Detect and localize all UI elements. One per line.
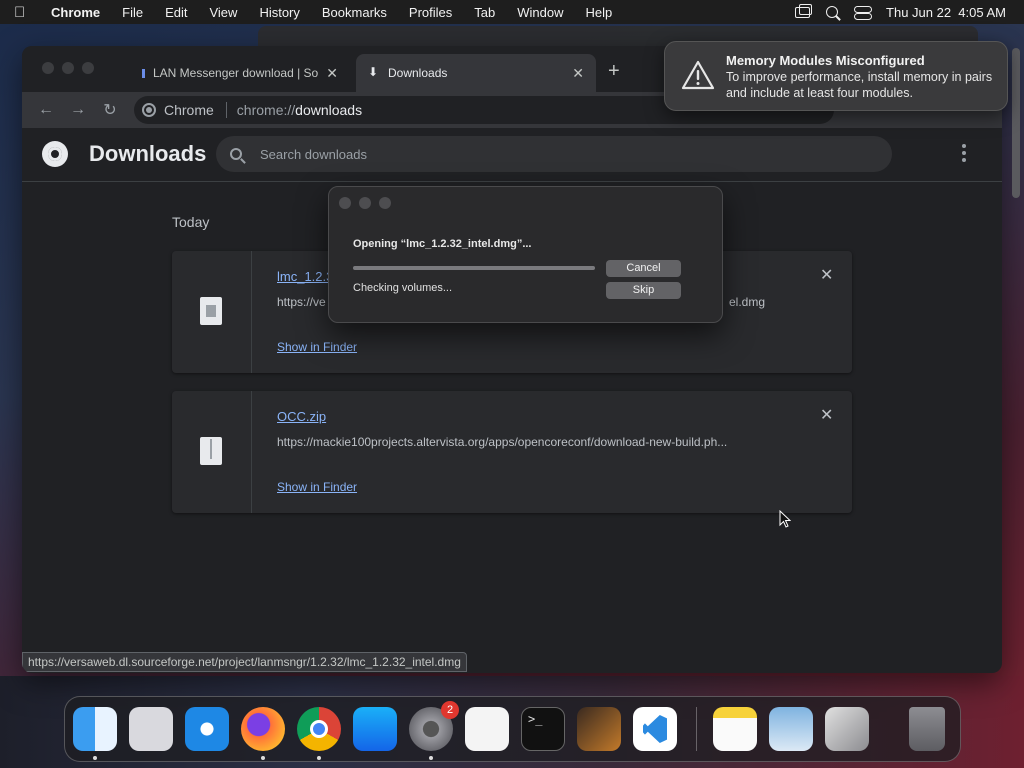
notification-body: To improve performance, install memory i… — [726, 70, 993, 100]
dock-separator — [696, 707, 697, 751]
cancel-button[interactable]: Cancel — [606, 260, 681, 277]
notes-icon[interactable] — [713, 707, 757, 751]
search-input[interactable] — [260, 146, 820, 162]
download-url: https://mackie100projects.altervista.org… — [277, 435, 728, 449]
more-options-icon[interactable] — [962, 144, 966, 162]
tab-lan-messenger[interactable]: LAN Messenger download | So ✕ — [130, 54, 350, 92]
running-indicator — [429, 756, 433, 760]
date-section-label: Today — [172, 214, 210, 230]
window-controls — [42, 62, 94, 74]
disk-image-file-icon — [200, 297, 222, 325]
zoom-dialog-button[interactable] — [379, 197, 391, 209]
textedit-icon[interactable] — [465, 707, 509, 751]
app-store-icon[interactable] — [353, 707, 397, 751]
url-scheme: chrome:// — [236, 102, 296, 118]
menu-bookmarks[interactable]: Bookmarks — [311, 5, 398, 20]
chrome-logo-icon — [142, 103, 156, 117]
dock: 2 >_ — [64, 696, 961, 762]
opening-dmg-dialog: Opening “lmc_1.2.32_intel.dmg”... Checki… — [328, 186, 723, 323]
garageband-icon[interactable] — [577, 707, 621, 751]
tab-downloads[interactable]: Downloads ✕ — [356, 54, 596, 92]
remove-download-icon[interactable]: ✕ — [820, 405, 833, 425]
close-dialog-button[interactable] — [339, 197, 351, 209]
reload-icon[interactable]: ↻ — [94, 100, 126, 120]
mouse-pointer-icon — [779, 510, 791, 528]
menu-clock[interactable]: Thu Jun 22 4:05 AM — [886, 5, 1006, 20]
show-in-finder-link[interactable]: Show in Finder — [277, 480, 357, 494]
link-status-bubble: https://versaweb.dl.sourceforge.net/proj… — [22, 652, 467, 672]
chrome-icon[interactable] — [297, 707, 341, 751]
spotlight-search-icon[interactable] — [826, 6, 839, 18]
zip-file-icon — [200, 437, 222, 465]
omnibox-chip: Chrome — [164, 102, 227, 118]
apple-menu-icon[interactable]:  — [14, 4, 40, 21]
show-in-finder-link[interactable]: Show in Finder — [277, 340, 357, 354]
vscode-icon[interactable] — [633, 707, 677, 751]
download-file-name[interactable]: lmc_1.2.3 — [277, 269, 333, 284]
download-item: OCC.zip https://mackie100projects.alterv… — [172, 391, 852, 513]
menu-bar:  Chrome File Edit View History Bookmark… — [0, 0, 1024, 24]
running-indicator — [93, 756, 97, 760]
scrollbar[interactable] — [1012, 48, 1020, 198]
menu-file[interactable]: File — [111, 5, 154, 20]
forward-arrow-icon[interactable]: → — [62, 101, 94, 119]
back-arrow-icon[interactable]: ← — [30, 101, 62, 119]
progress-bar — [353, 266, 595, 270]
minimize-dialog-button[interactable] — [359, 197, 371, 209]
preview-icon[interactable] — [769, 707, 813, 751]
page-title: Downloads — [89, 141, 207, 166]
menu-edit[interactable]: Edit — [154, 5, 198, 20]
chrome-logo-icon — [42, 141, 68, 167]
download-url-tail: el.dmg — [729, 295, 766, 309]
tab-title: Downloads — [388, 66, 448, 80]
boot-camp-icon[interactable] — [825, 707, 869, 751]
dialog-window-controls — [339, 197, 391, 209]
menu-history[interactable]: History — [248, 5, 310, 20]
menu-tab[interactable]: Tab — [463, 5, 506, 20]
url-host: downloads — [295, 102, 363, 118]
notification-badge: 2 — [441, 701, 459, 719]
skip-button[interactable]: Skip — [606, 282, 681, 299]
loading-icon — [142, 68, 145, 78]
minimize-window-button[interactable] — [62, 62, 74, 74]
close-window-button[interactable] — [42, 62, 54, 74]
memory-warning-notification[interactable]: Memory Modules Misconfigured To improve … — [664, 41, 1008, 111]
new-tab-icon[interactable]: + — [608, 60, 620, 83]
terminal-icon[interactable]: >_ — [521, 707, 565, 751]
screen-mirroring-icon[interactable] — [795, 3, 813, 18]
zoom-window-button[interactable] — [82, 62, 94, 74]
menu-profiles[interactable]: Profiles — [398, 5, 463, 20]
warning-icon — [681, 60, 715, 90]
remove-download-icon[interactable]: ✕ — [820, 265, 833, 285]
close-tab-icon[interactable]: ✕ — [326, 65, 338, 82]
finder-icon[interactable] — [73, 707, 117, 751]
download-icon — [368, 65, 380, 79]
menu-app-name[interactable]: Chrome — [40, 5, 111, 20]
safari-icon[interactable] — [185, 707, 229, 751]
dialog-status: Checking volumes... — [353, 282, 453, 294]
search-box[interactable] — [216, 136, 892, 172]
file-icon-column — [172, 391, 252, 513]
control-center-icon[interactable] — [854, 5, 873, 20]
file-icon-column — [172, 251, 252, 373]
dialog-title: Opening “lmc_1.2.32_intel.dmg”... — [353, 238, 532, 250]
launchpad-icon[interactable] — [129, 707, 173, 751]
download-file-name[interactable]: OCC.zip — [277, 409, 326, 424]
progress-fill — [353, 266, 595, 270]
notification-title: Memory Modules Misconfigured — [726, 53, 925, 68]
tab-title: LAN Messenger download | So — [153, 66, 319, 80]
chrome-window: LAN Messenger download | So ✕ Downloads … — [22, 46, 1002, 673]
menu-help[interactable]: Help — [575, 5, 624, 20]
menu-view[interactable]: View — [198, 5, 248, 20]
running-indicator — [261, 756, 265, 760]
close-tab-icon[interactable]: ✕ — [572, 65, 584, 82]
search-icon — [230, 148, 242, 160]
trash-icon[interactable] — [909, 707, 945, 751]
firefox-icon[interactable] — [241, 707, 285, 751]
downloads-header: Downloads — [22, 128, 1002, 182]
running-indicator — [317, 756, 321, 760]
menu-window[interactable]: Window — [506, 5, 574, 20]
